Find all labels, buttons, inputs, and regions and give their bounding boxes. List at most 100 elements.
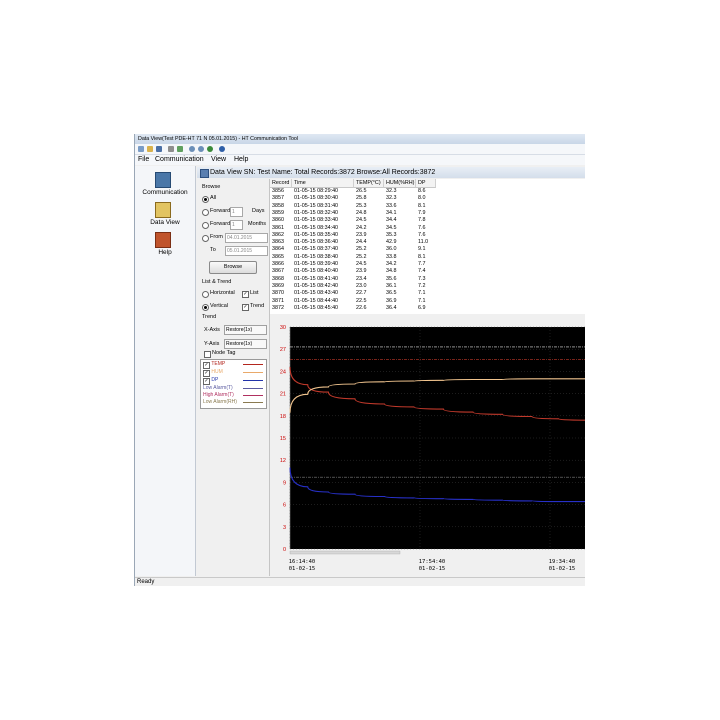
- from-date-input[interactable]: 04.01.2015: [225, 233, 268, 243]
- table-cell: 7.1: [418, 297, 426, 304]
- table-cell: 3858: [272, 202, 284, 209]
- export-icon[interactable]: [177, 146, 183, 152]
- table-row[interactable]: 3860 01-05-15 08:33:40 24.5 34.4 7.8: [270, 217, 585, 224]
- table-cell: 3870: [272, 290, 284, 297]
- application-window: Data View(Test PDE-HT 71 N 05.01.2015) -…: [134, 134, 585, 586]
- nav-help-label: Help: [158, 249, 172, 256]
- column-header-time[interactable]: Time: [292, 179, 354, 188]
- y-axis-select[interactable]: Restore(1x): [224, 339, 267, 349]
- table-row[interactable]: 3861 01-05-15 08:34:40 24.2 34.5 7.6: [270, 225, 585, 232]
- table-row[interactable]: 3871 01-05-15 08:44:40 22.5 36.9 7.1: [270, 298, 585, 305]
- forward-months-input[interactable]: 1: [230, 220, 243, 230]
- legend-high-alarm-t[interactable]: High Alarm(T): [203, 392, 234, 398]
- y-tick-label: 27: [280, 347, 286, 353]
- table-row[interactable]: 3859 01-05-15 08:32:40 24.8 34.1 7.9: [270, 210, 585, 217]
- nav-communication[interactable]: Communication: [135, 172, 195, 198]
- from-radio[interactable]: [202, 235, 209, 242]
- table-row[interactable]: 3863 01-05-15 08:36:40 24.4 42.9 11.0: [270, 239, 585, 246]
- y-tick-label: 12: [280, 458, 286, 464]
- x-tick-date: 01-02-15: [289, 566, 316, 572]
- table-cell: 24.5: [356, 217, 367, 224]
- menu-help[interactable]: Help: [234, 155, 248, 165]
- nav-communication-label: Communication: [142, 189, 188, 196]
- legend-item-dp[interactable]: ✓ DP: [203, 377, 219, 385]
- help-icon[interactable]: [219, 146, 225, 152]
- horizontal-scrollbar[interactable]: [289, 550, 401, 555]
- legend-dp-label: DP: [211, 377, 219, 383]
- legend-low-alarm-t[interactable]: Low Alarm(T): [203, 385, 233, 391]
- to-date-input[interactable]: 05.01.2015: [225, 246, 268, 256]
- print-icon[interactable]: [168, 146, 174, 152]
- nav-help[interactable]: Help: [135, 232, 195, 258]
- column-header-temp[interactable]: TEMP(°C): [354, 179, 384, 188]
- y-tick-label: 6: [283, 503, 286, 509]
- legend-item-hum[interactable]: ✓ HUM: [203, 369, 223, 377]
- legend-hum-checkbox[interactable]: ✓: [203, 370, 210, 377]
- zoom-out-icon[interactable]: [198, 146, 204, 152]
- table-cell: 36.1: [386, 282, 397, 289]
- column-header-record[interactable]: Record: [270, 179, 292, 188]
- legend-item-temp[interactable]: ✓ TEMP: [203, 361, 225, 369]
- legend-temp-checkbox[interactable]: ✓: [203, 362, 210, 369]
- menu-file[interactable]: File: [138, 155, 149, 165]
- legend-low-alarm-rh[interactable]: Low Alarm(RH): [203, 399, 237, 405]
- table-cell: 3857: [272, 195, 284, 202]
- table-cell: 22.6: [356, 304, 367, 311]
- browse-button[interactable]: Browse: [209, 261, 257, 274]
- table-cell: 42.9: [386, 239, 397, 246]
- open-folder-icon[interactable]: [147, 146, 153, 152]
- table-cell: 33.6: [386, 202, 397, 209]
- legend-dp-checkbox[interactable]: ✓: [203, 378, 210, 385]
- table-row[interactable]: 3864 01-05-15 08:37:40 25.2 36.0 9.1: [270, 246, 585, 253]
- table-row[interactable]: 3858 01-05-15 08:31:40 25.3 33.6 8.1: [270, 203, 585, 210]
- table-cell: 7.2: [418, 282, 426, 289]
- table-cell: 33.8: [386, 253, 397, 260]
- table-row[interactable]: 3862 01-05-15 08:35:40 23.9 35.3 7.6: [270, 232, 585, 239]
- y-tick-label: 24: [280, 369, 286, 375]
- menu-communication[interactable]: Communication: [155, 155, 204, 165]
- table-cell: 01-05-15 08:43:40: [294, 290, 339, 297]
- table-cell: 01-05-15 08:42:40: [294, 282, 339, 289]
- legend-low-alarm-rh-swatch: [243, 402, 263, 403]
- column-header-dp[interactable]: DP: [416, 179, 436, 188]
- forward-days-radio[interactable]: [202, 209, 209, 216]
- vertical-radio[interactable]: [202, 304, 209, 311]
- x-axis-select[interactable]: Restore(1x): [224, 325, 267, 335]
- table-cell: 7.7: [418, 261, 426, 267]
- table-cell: 01-05-15 08:38:40: [294, 253, 339, 260]
- menu-view[interactable]: View: [211, 155, 226, 165]
- horizontal-radio[interactable]: [202, 291, 209, 298]
- table-row[interactable]: 3869 01-05-15 08:42:40 23.0 36.1 7.2: [270, 283, 585, 290]
- list-checkbox[interactable]: ✓: [242, 291, 249, 298]
- browse-all-label: All: [210, 195, 217, 201]
- save-icon[interactable]: [156, 146, 162, 152]
- data-view-icon: [155, 202, 171, 218]
- column-header-hum[interactable]: HUM(%RH): [384, 179, 416, 188]
- table-row[interactable]: 3865 01-05-15 08:38:40 25.2 33.8 8.1: [270, 254, 585, 261]
- nav-data-view[interactable]: Data View: [135, 202, 195, 228]
- table-cell: 23.9: [356, 231, 367, 238]
- table-row[interactable]: 3857 01-05-15 08:30:40 25.8 32.3 8.0: [270, 195, 585, 202]
- table-row[interactable]: 3867 01-05-15 08:40:40 23.9 34.8 7.4: [270, 268, 585, 275]
- help-book-icon: [155, 232, 171, 248]
- node-tag-checkbox[interactable]: [204, 351, 211, 358]
- new-file-icon[interactable]: [138, 146, 144, 152]
- table-cell: 3866: [272, 261, 284, 267]
- table-row[interactable]: 3866 01-05-15 08:39:40 24.5 34.2 7.7: [270, 261, 585, 268]
- forward-months-label: Forward: [210, 221, 231, 227]
- table-cell: 26.5: [356, 188, 367, 194]
- refresh-icon[interactable]: [207, 146, 213, 152]
- days-label: Days: [252, 208, 265, 214]
- table-cell: 35.6: [386, 275, 397, 282]
- zoom-in-icon[interactable]: [189, 146, 195, 152]
- forward-months-radio[interactable]: [202, 222, 209, 229]
- table-row[interactable]: 3872 01-05-15 08:45:40 22.6 36.4 6.9: [270, 305, 585, 312]
- legend-hum-label: HUM: [211, 369, 223, 375]
- table-row[interactable]: 3868 01-05-15 08:41:40 23.4 35.6 7.3: [270, 276, 585, 283]
- trend-title: Trend: [202, 314, 217, 320]
- trend-checkbox[interactable]: ✓: [242, 304, 249, 311]
- forward-days-input[interactable]: 1: [230, 207, 243, 217]
- table-row[interactable]: 3870 01-05-15 08:43:40 22.7 36.5 7.1: [270, 290, 585, 297]
- browse-all-radio[interactable]: [202, 196, 209, 203]
- table-row[interactable]: 3856 01-05-15 08:29:40 26.5 32.3 8.6: [270, 188, 585, 195]
